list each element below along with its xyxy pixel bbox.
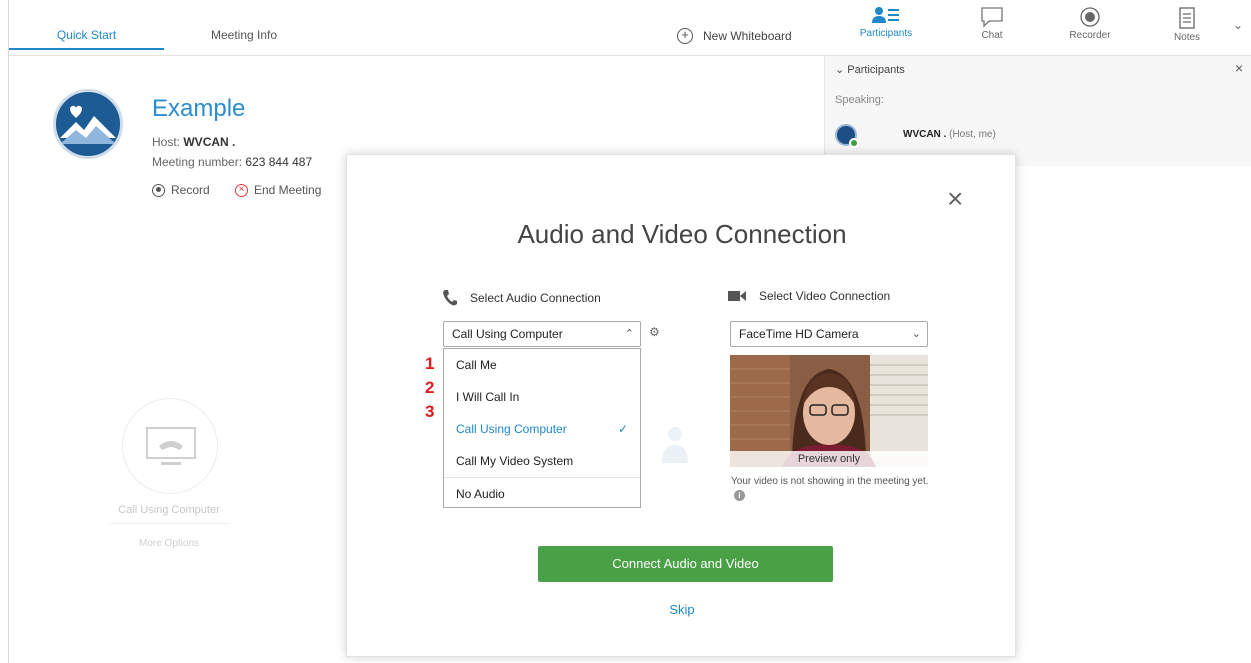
participants-panel: ⌄ Participants × Speaking: WVCAN . (Host… xyxy=(824,56,1251,166)
meeting-host: Host: WVCAN . xyxy=(152,135,235,149)
record-icon xyxy=(152,183,165,197)
annotation-number: 2 xyxy=(425,378,435,397)
audio-connection-select[interactable]: Call Using Computer ⌃ xyxy=(443,321,641,347)
skip-link[interactable]: Skip xyxy=(347,602,1017,617)
video-connection-heading: Select Video Connection xyxy=(727,289,890,303)
host-name: WVCAN . xyxy=(183,135,236,149)
audio-connection-heading: Select Audio Connection xyxy=(442,289,601,307)
audio-video-dialog: × Audio and Video Connection Select Audi… xyxy=(346,154,1016,657)
top-bar: Quick Start Meeting Info + New Whiteboar… xyxy=(9,0,1251,56)
audio-options-dropdown: Call Me I Will Call In Call Using Comput… xyxy=(443,348,641,508)
app-window: Quick Start Meeting Info + New Whiteboar… xyxy=(8,0,1251,663)
video-connection-label: Select Video Connection xyxy=(759,289,891,303)
recorder-label: Recorder xyxy=(1069,30,1111,41)
end-meeting-button[interactable]: × End Meeting xyxy=(235,183,321,197)
meeting-logo xyxy=(53,89,123,159)
record-label: Record xyxy=(171,183,210,197)
option-label: Call Using Computer xyxy=(456,422,567,436)
option-call-me[interactable]: Call Me xyxy=(444,349,640,381)
speaking-label: Speaking: xyxy=(835,94,884,106)
preview-note-text: Your video is not showing in the meeting… xyxy=(731,476,929,487)
dialog-title: Audio and Video Connection xyxy=(517,219,847,249)
tab-quick-start[interactable]: Quick Start xyxy=(9,0,164,50)
new-whiteboard-label: New Whiteboard xyxy=(703,29,792,43)
close-icon[interactable]: × xyxy=(947,185,963,213)
participants-label: Participants xyxy=(859,28,913,39)
recorder-button[interactable]: Recorder xyxy=(1051,6,1129,52)
mountain-logo-icon xyxy=(60,105,116,144)
computer-phone-icon xyxy=(146,427,196,465)
meeting-title: Example xyxy=(152,95,246,122)
end-meeting-label: End Meeting xyxy=(254,183,322,197)
meeting-number: Meeting number: 623 844 487 xyxy=(152,155,312,169)
divider xyxy=(109,523,229,524)
phone-icon xyxy=(443,290,457,306)
participant-name[interactable]: WVCAN . (Host, me) xyxy=(903,129,996,140)
chevron-down-icon: ⌄ xyxy=(835,64,845,76)
video-camera-icon xyxy=(728,291,746,301)
participant-role: (Host, me) xyxy=(949,129,996,140)
option-no-audio[interactable]: No Audio xyxy=(444,478,640,510)
tab-meeting-info[interactable]: Meeting Info xyxy=(164,0,324,50)
audio-connection-label: Select Audio Connection xyxy=(470,291,601,305)
video-selected-value: FaceTime HD Camera xyxy=(739,327,859,341)
status-icon xyxy=(849,138,859,148)
notes-icon xyxy=(1179,7,1195,29)
call-using-computer-label: Call Using Computer xyxy=(118,504,220,516)
chat-button[interactable]: Chat xyxy=(953,6,1031,52)
preview-only-label: Preview only xyxy=(730,451,928,467)
host-label: Host: xyxy=(152,135,181,149)
option-call-my-video-system[interactable]: Call My Video System xyxy=(444,445,640,477)
option-call-using-computer[interactable]: Call Using Computer ✓ xyxy=(444,413,640,445)
chevron-down-icon: ⌄ xyxy=(911,328,921,340)
call-using-computer-button[interactable] xyxy=(122,398,218,494)
chevron-down-icon[interactable]: ⌄ xyxy=(1233,18,1243,32)
recorder-icon xyxy=(1080,7,1100,27)
annotation-number: 3 xyxy=(425,402,435,421)
participants-icon xyxy=(872,7,899,23)
connect-audio-video-button[interactable]: Connect Audio and Video xyxy=(538,546,833,582)
close-icon[interactable]: × xyxy=(1235,60,1243,76)
meeting-number-value: 623 844 487 xyxy=(245,155,313,169)
option-i-will-call-in[interactable]: I Will Call In xyxy=(444,381,640,413)
chevron-up-icon: ⌃ xyxy=(624,328,634,340)
audio-selected-value: Call Using Computer xyxy=(452,327,563,341)
gear-icon[interactable]: ⚙ xyxy=(649,325,660,339)
checkmark-icon: ✓ xyxy=(617,422,628,436)
preview-note: Your video is not showing in the meeting… xyxy=(731,475,941,503)
annotation-number: 1 xyxy=(425,354,435,373)
info-icon[interactable]: i xyxy=(734,489,745,501)
video-preview: Preview only xyxy=(730,355,928,467)
video-connection-select[interactable]: FaceTime HD Camera ⌄ xyxy=(730,321,928,347)
close-circle-icon: × xyxy=(235,183,248,197)
meeting-number-label: Meeting number: xyxy=(152,155,243,169)
plus-icon: + xyxy=(677,28,693,44)
more-options-link[interactable]: More Options xyxy=(89,538,249,549)
notes-label: Notes xyxy=(1173,32,1201,43)
chat-label: Chat xyxy=(981,30,1003,41)
notes-button[interactable]: Notes xyxy=(1148,6,1226,52)
new-whiteboard-button[interactable]: + New Whiteboard xyxy=(677,28,792,44)
participants-button[interactable]: Participants xyxy=(847,6,925,52)
chat-icon xyxy=(981,7,1003,28)
participant-name-text: WVCAN . xyxy=(903,129,947,140)
participants-header-label: Participants xyxy=(847,64,905,76)
participants-panel-header[interactable]: ⌄ Participants xyxy=(835,63,905,76)
person-icon xyxy=(662,427,688,463)
record-button[interactable]: Record xyxy=(152,183,210,197)
avatar xyxy=(835,124,859,148)
